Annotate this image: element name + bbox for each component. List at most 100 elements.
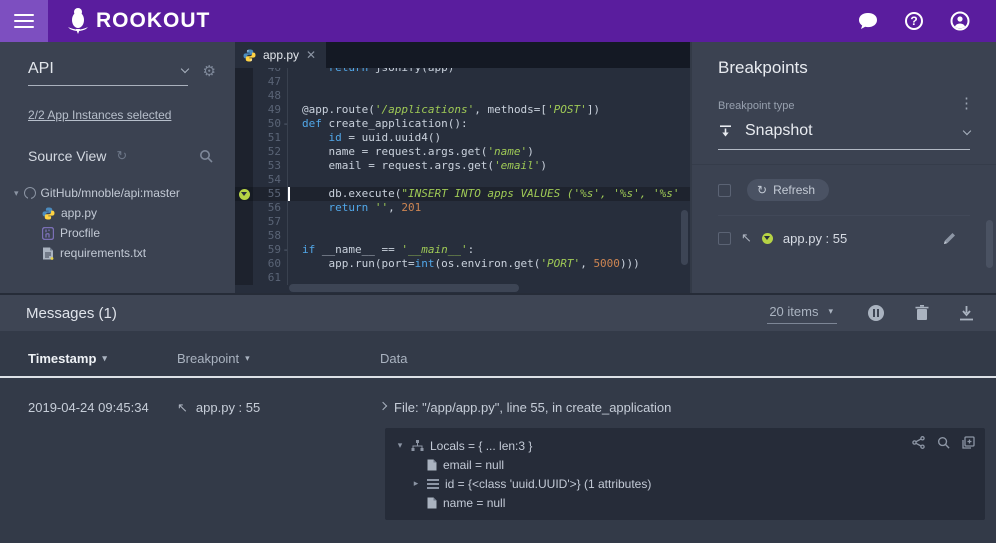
hamburger-menu-button[interactable] (0, 0, 48, 42)
app-instances-link[interactable]: 2/2 App Instances selected (28, 108, 171, 122)
code-line-text: return jsonify(app) (287, 68, 690, 75)
line-number[interactable]: 47 (253, 75, 287, 89)
search-icon[interactable] (199, 149, 213, 163)
code-line-text (287, 215, 690, 229)
tree-file-app.py[interactable]: app.py (42, 206, 235, 220)
breakpoint-gutter[interactable] (235, 229, 253, 243)
download-icon[interactable] (959, 306, 974, 321)
page-size-select[interactable]: 20 items ▾ (767, 302, 837, 324)
line-number[interactable]: 53 (253, 159, 287, 173)
python-icon (243, 49, 256, 62)
line-number[interactable]: 55 (253, 187, 287, 201)
editor-vertical-scrollbar[interactable] (681, 210, 688, 265)
code-line: 56 return '', 201 (235, 201, 690, 215)
messages-table-header: Timestamp▾Breakpoint▾Data (0, 331, 996, 378)
line-number[interactable]: 48 (253, 89, 287, 103)
breakpoint-gutter[interactable] (235, 271, 253, 285)
message-data-expander[interactable]: File: "/app/app.py", line 55, in create_… (380, 400, 996, 416)
breakpoint-gutter[interactable] (235, 117, 253, 131)
line-number[interactable]: 50- (253, 117, 287, 131)
breakpoint-gutter[interactable] (235, 103, 253, 117)
tree-file-requirements.txt[interactable]: requirements.txt (42, 246, 235, 260)
breakpoint-gutter[interactable] (235, 243, 253, 257)
line-number[interactable]: 52 (253, 145, 287, 159)
open-in-new-icon[interactable] (962, 436, 975, 449)
breakpoint-gutter[interactable] (235, 173, 253, 187)
pause-icon[interactable] (867, 304, 885, 322)
breakpoint-gutter[interactable] (235, 201, 253, 215)
column-header-timestamp[interactable]: Timestamp▾ (28, 351, 177, 366)
code-line: 47 (235, 75, 690, 89)
message-row[interactable]: 2019-04-24 09:45:34↖app.py : 55File: "/a… (0, 378, 996, 416)
caret-down-icon[interactable]: ▾ (395, 440, 405, 451)
line-number[interactable]: 58 (253, 229, 287, 243)
file-name: Procfile (60, 226, 100, 240)
trash-icon[interactable] (915, 305, 929, 321)
breakpoint-gutter[interactable] (235, 145, 253, 159)
line-number[interactable]: 56 (253, 201, 287, 215)
code-line: 59-if __name__ == '__main__': (235, 243, 690, 257)
locals-item[interactable]: ▸id = {<class 'uuid.UUID'>} (1 attribute… (411, 474, 975, 493)
line-number[interactable]: 51 (253, 131, 287, 145)
line-number[interactable]: 49 (253, 103, 287, 117)
tree-file-Procfile[interactable]: Procfile (42, 226, 235, 240)
tree-repo-root[interactable]: ▾ GitHub/mnoble/api:master (14, 186, 235, 200)
breakpoint-type-select[interactable]: Snapshot (718, 122, 970, 150)
breakpoint-list-item[interactable]: ↖app.py : 55 (718, 230, 970, 246)
sort-arrow-icon: ▾ (102, 353, 107, 364)
line-number[interactable]: 59- (253, 243, 287, 257)
breakpoint-gutter[interactable] (235, 187, 253, 201)
line-number[interactable]: 54 (253, 173, 287, 187)
tab-app-py[interactable]: app.py ✕ (235, 42, 326, 68)
line-number[interactable]: 57 (253, 215, 287, 229)
line-number[interactable]: 61 (253, 271, 287, 285)
breakpoint-gutter[interactable] (235, 257, 253, 271)
python-icon (42, 207, 55, 220)
file-name: app.py (61, 206, 97, 220)
app-select[interactable]: API (28, 60, 188, 86)
rookout-app: ROOKOUT ? API ⚙ 2/2 App Instances select… (0, 0, 996, 543)
code-area: 46 return jsonify(app)474849@app.route('… (235, 68, 690, 293)
line-number[interactable]: 60 (253, 257, 287, 271)
gear-icon[interactable]: ⚙ (203, 62, 216, 80)
breakpoint-gutter[interactable] (235, 215, 253, 229)
chat-icon[interactable] (858, 11, 878, 31)
help-icon[interactable]: ? (904, 11, 924, 31)
breakpoint-gutter[interactable] (235, 131, 253, 145)
breakpoint-gutter[interactable] (235, 89, 253, 103)
breakpoint-gutter[interactable] (235, 68, 253, 75)
close-tab-icon[interactable]: ✕ (306, 48, 316, 62)
refresh-button[interactable]: ↻ Refresh (747, 179, 829, 201)
column-header-breakpoint[interactable]: Breakpoint▾ (177, 351, 380, 366)
profile-icon[interactable] (950, 11, 970, 31)
select-all-checkbox[interactable] (718, 184, 731, 197)
share-icon[interactable] (912, 436, 925, 449)
kebab-menu-icon[interactable]: ⋮ (959, 94, 974, 112)
tree-structure-icon (411, 440, 424, 452)
panel-scrollbar[interactable] (986, 220, 993, 268)
caret-right-icon[interactable]: ▸ (411, 478, 421, 489)
code-line: 57 (235, 215, 690, 229)
breakpoint-gutter[interactable] (235, 159, 253, 173)
chevron-down-icon: ▾ (828, 306, 833, 317)
column-header-data: Data (380, 351, 996, 366)
source-view-label: Source View (28, 148, 106, 164)
breakpoint-checkbox[interactable] (718, 232, 731, 245)
breakpoint-gutter[interactable] (235, 75, 253, 89)
breakpoint-label: app.py : 55 (783, 231, 847, 246)
refresh-sources-icon[interactable]: ↻ (116, 148, 127, 164)
search-icon[interactable] (937, 436, 950, 449)
fold-marker-icon[interactable]: - (282, 117, 289, 131)
breakpoint-type-value: Snapshot (745, 122, 952, 140)
horizontal-scrollbar[interactable] (289, 284, 519, 292)
code-line: 50-def create_application(): (235, 117, 690, 131)
edit-pencil-icon[interactable] (943, 232, 956, 245)
source-tree: ▾ GitHub/mnoble/api:master app.pyProcfil… (28, 186, 235, 260)
code-line-text (287, 75, 690, 89)
breakpoint-icon[interactable] (239, 189, 250, 200)
code-line: 55 db.execute("INSERT INTO apps VALUES (… (235, 187, 690, 201)
breakpoints-title: Breakpoints (718, 58, 970, 78)
fold-marker-icon[interactable]: - (282, 243, 289, 257)
sort-arrow-icon: ▾ (245, 353, 250, 364)
line-number[interactable]: 46 (253, 68, 287, 75)
